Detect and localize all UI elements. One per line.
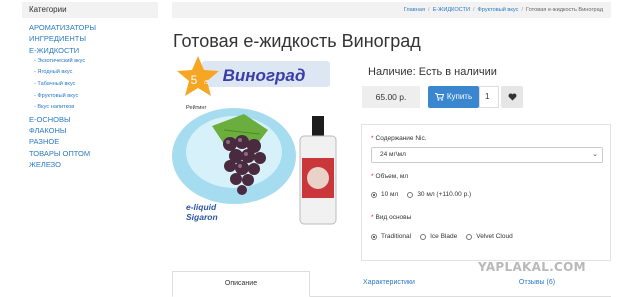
radio-unselected[interactable] xyxy=(420,233,427,240)
breadcrumb-current: Готовая е-жидкость Виноград xyxy=(526,7,603,13)
quantity-input[interactable]: 1 xyxy=(479,86,499,108)
category-sidebar: Категории АРОМАТИЗАТОРЫ ИНГРЕДИЕНТЫ Е-ЖИ… xyxy=(22,2,158,170)
tab-description[interactable]: Описание xyxy=(172,271,310,297)
base-option-ice-blade[interactable]: Ice Blade xyxy=(420,233,457,240)
tab-reviews[interactable]: Отзывы (6) xyxy=(468,271,606,297)
nicotine-label: * Содержание Nic. xyxy=(371,135,427,142)
buy-button-label: Купить xyxy=(446,92,473,101)
breadcrumb-separator: / xyxy=(521,7,523,13)
subcategory-link-tobacco[interactable]: - Табачный вкус xyxy=(22,79,158,91)
category-link-hardware[interactable]: ЖЕЛЕЗО xyxy=(22,159,158,170)
bottle-cap xyxy=(312,116,324,138)
required-mark: * xyxy=(371,214,374,221)
volume-radio-group: 10 мл 30 мл (+110.00 р.) xyxy=(371,191,480,198)
buy-button[interactable]: Купить xyxy=(428,86,479,108)
cart-icon xyxy=(434,93,444,101)
volume-label: * Объем, мл xyxy=(371,173,409,180)
category-link-misc[interactable]: РАЗНОЕ xyxy=(22,136,158,147)
category-link-bottles[interactable]: ФЛАКОНЫ xyxy=(22,125,158,136)
radio-selected[interactable] xyxy=(371,233,377,240)
category-link-aromatizers[interactable]: АРОМАТИЗАТОРЫ xyxy=(22,22,158,33)
product-page: Категории АРОМАТИЗАТОРЫ ИНГРЕДИЕНТЫ Е-ЖИ… xyxy=(0,0,640,297)
brand-line2: Sigaron xyxy=(186,212,218,222)
breadcrumb-separator: / xyxy=(428,7,430,13)
product-image[interactable]: Виноград e-liquid Sigaron 5 /5 xyxy=(172,56,352,236)
radio-unselected[interactable] xyxy=(466,233,473,240)
rating-suffix: /5 xyxy=(204,80,209,86)
rating-value: 5 xyxy=(191,73,198,87)
category-list: АРОМАТИЗАТОРЫ ИНГРЕДИЕНТЫ Е-ЖИДКОСТИ - Э… xyxy=(22,22,158,170)
wishlist-button[interactable] xyxy=(501,86,523,108)
breadcrumb-separator: / xyxy=(472,7,475,13)
subcategory-link-exotic[interactable]: - Экзотический вкус xyxy=(22,56,158,68)
volume-option-30ml[interactable]: 30 мл (+110.00 р.) xyxy=(407,191,471,198)
breadcrumb: Главная / Е-ЖИДКОСТИ / Фруктовый вкус / Готова… xyxy=(172,2,611,18)
rating-label: Рейтинг xyxy=(186,105,207,111)
base-option-velvet-cloud[interactable]: Velvet Cloud xyxy=(466,233,513,240)
label-seal xyxy=(307,167,329,189)
breadcrumb-e-liquids[interactable]: Е-ЖИДКОСТИ xyxy=(433,7,470,13)
heart-icon xyxy=(508,93,516,101)
chevron-down-icon: ⌄ xyxy=(592,151,598,158)
subcategory-link-fruit[interactable]: - Фруктовый вкус xyxy=(22,91,158,103)
breadcrumb-home[interactable]: Главная xyxy=(404,7,425,13)
page-title: Готовая е-жидкость Виноград xyxy=(173,31,421,51)
banner-text: Виноград xyxy=(223,66,306,85)
nicotine-select[interactable]: 24 мг\мл ⌄ xyxy=(371,147,603,163)
product-price: 65.00 р. xyxy=(362,86,420,108)
nicotine-selected-value: 24 мг\мл xyxy=(380,151,406,158)
product-options: * Содержание Nic. 24 мг\мл ⌄ * Объем, мл 1… xyxy=(361,124,611,261)
subcategory-link-drinks[interactable]: - Вкус напитков xyxy=(22,102,158,114)
product-tabs: Описание Характеристики Отзывы (6) xyxy=(172,271,611,297)
radio-unselected[interactable] xyxy=(407,191,414,198)
radio-selected[interactable] xyxy=(371,191,377,198)
base-radio-group: Traditional Ice Blade Velvet Cloud xyxy=(371,233,522,240)
category-link-e-liquids[interactable]: Е-ЖИДКОСТИ xyxy=(22,45,158,56)
base-label: * Вид основы xyxy=(371,214,412,221)
brand-line1: e-liquid xyxy=(186,202,217,212)
breadcrumb-fruit[interactable]: Фруктовый вкус xyxy=(478,7,519,13)
tab-characteristics[interactable]: Характеристики xyxy=(320,271,458,297)
subcategory-list: - Экзотический вкус - Ягодный вкус - Таб… xyxy=(22,56,158,114)
category-link-e-bases[interactable]: Е-ОСНОВЫ xyxy=(22,114,158,125)
required-mark: * xyxy=(371,135,374,142)
category-link-ingredients[interactable]: ИНГРЕДИЕНТЫ xyxy=(22,33,158,44)
required-mark: * xyxy=(371,173,374,180)
watermark: YAPLAKAL.COM xyxy=(478,260,586,274)
category-link-wholesale[interactable]: ТОВАРЫ ОПТОМ xyxy=(22,148,158,159)
category-heading: Категории xyxy=(22,2,158,18)
availability-status: Наличие: Есть в наличии xyxy=(368,66,497,78)
subcategory-link-berry[interactable]: - Ягодный вкус xyxy=(22,67,158,79)
volume-option-10ml[interactable]: 10 мл xyxy=(371,191,398,198)
base-option-traditional[interactable]: Traditional xyxy=(371,233,411,240)
